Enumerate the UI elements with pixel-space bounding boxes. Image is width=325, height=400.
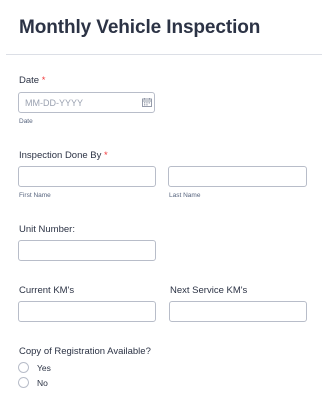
calendar-icon[interactable] — [142, 98, 152, 107]
registration-label: Copy of Registration Available? — [19, 346, 151, 357]
first-name-input[interactable] — [18, 166, 156, 187]
unit-number-label: Unit Number: — [19, 224, 75, 235]
radio-button-yes[interactable] — [18, 362, 29, 373]
next-service-km-label: Next Service KM's — [170, 285, 248, 296]
first-name-sublabel: First Name — [19, 192, 51, 199]
current-km-input[interactable] — [18, 301, 156, 322]
date-sublabel: Date — [19, 118, 33, 125]
radio-option-yes[interactable]: Yes — [18, 362, 51, 373]
last-name-sublabel: Last Name — [169, 192, 201, 199]
inspector-label: Inspection Done By — [19, 150, 102, 161]
radio-label-no: No — [37, 377, 48, 388]
last-name-input[interactable] — [168, 166, 307, 187]
date-label-group: Date * — [19, 75, 45, 86]
current-km-label: Current KM's — [19, 285, 75, 296]
radio-label-yes: Yes — [37, 362, 51, 373]
radio-button-no[interactable] — [18, 377, 29, 388]
inspector-label-group: Inspection Done By * — [19, 150, 108, 161]
next-service-km-input[interactable] — [169, 301, 307, 322]
date-label: Date — [19, 75, 40, 86]
date-required-mark: * — [41, 75, 46, 86]
inspector-required-mark: * — [104, 150, 108, 161]
form-title: Monthly Vehicle Inspection — [19, 17, 261, 38]
date-input[interactable] — [18, 92, 155, 113]
unit-number-input[interactable] — [18, 240, 156, 261]
radio-option-no[interactable]: No — [18, 377, 48, 388]
header-divider — [6, 54, 322, 55]
